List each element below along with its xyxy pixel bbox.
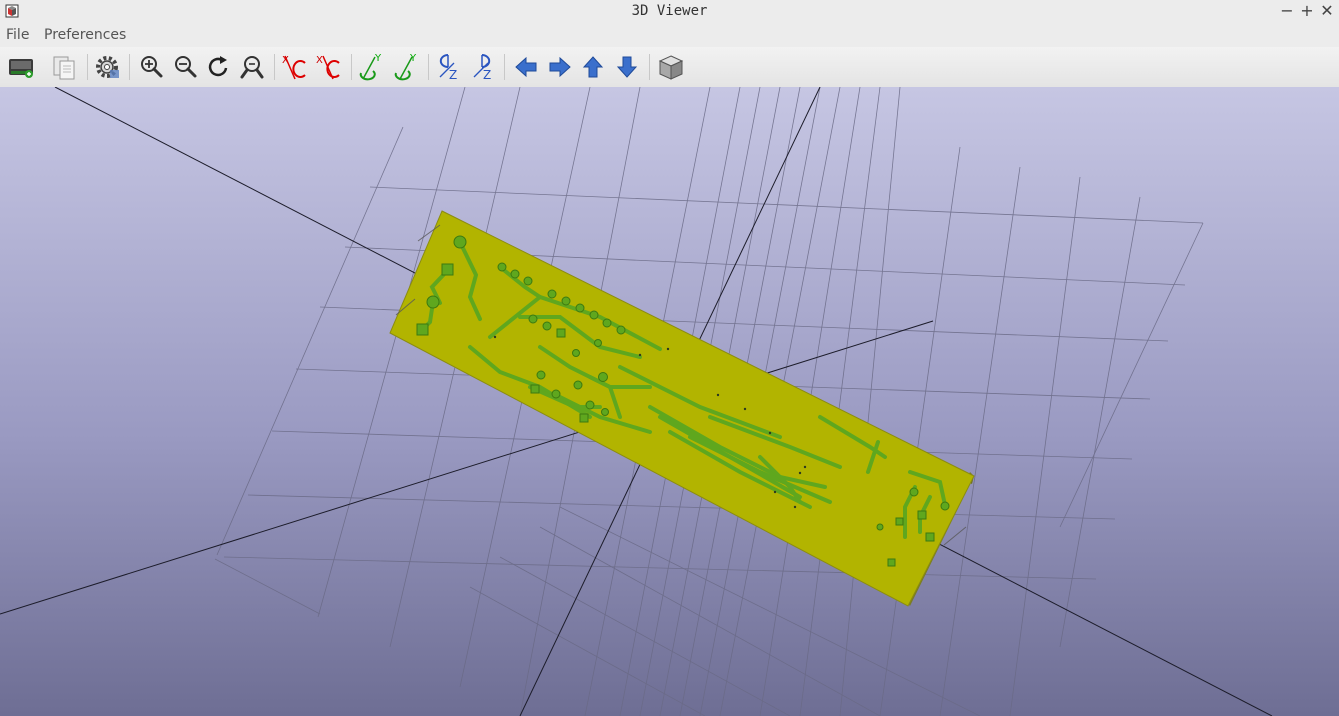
svg-text:Z: Z: [449, 68, 457, 82]
3d-viewer-window: 3D Viewer − + ✕ File Preferences X X Y Y…: [0, 0, 1339, 716]
rotate-x-cw-button[interactable]: X: [313, 51, 345, 83]
cube-icon: [658, 55, 684, 80]
save-image-button[interactable]: [5, 51, 37, 83]
pan-left-button[interactable]: [510, 51, 542, 83]
toolbar-separator: [649, 54, 650, 80]
rotate-z-cw-button[interactable]: Z: [466, 51, 498, 83]
rotate-z-ccw-button[interactable]: Z: [432, 51, 464, 83]
toolbar-separator: [428, 54, 429, 80]
menu-preferences[interactable]: Preferences: [44, 27, 126, 43]
zoom-in-button[interactable]: [135, 51, 167, 83]
settings-button[interactable]: [91, 51, 123, 83]
rotate-x-icon: X: [316, 55, 340, 80]
toolbar-separator: [504, 54, 505, 80]
gear-icon: [96, 56, 119, 78]
pan-up-button[interactable]: [577, 51, 609, 83]
3d-canvas[interactable]: [0, 87, 1339, 716]
title-bar: 3D Viewer − + ✕: [0, 0, 1339, 25]
svg-text:Y: Y: [409, 53, 417, 64]
toolbar-separator: [129, 54, 130, 80]
zoom-out-button[interactable]: [169, 51, 201, 83]
pan-down-button[interactable]: [611, 51, 643, 83]
pan-right-button[interactable]: [544, 51, 576, 83]
minimize-button[interactable]: −: [1277, 1, 1297, 21]
arrow-up-icon: [582, 56, 604, 78]
close-button[interactable]: ✕: [1317, 1, 1337, 21]
zoom-fit-button[interactable]: [236, 51, 268, 83]
arrow-right-icon: [549, 56, 571, 78]
zoom-out-icon: [175, 56, 197, 78]
zoom-in-icon: [141, 56, 163, 78]
ortho-toggle-button[interactable]: [655, 51, 687, 83]
toolbar-separator: [351, 54, 352, 80]
rotate-y-icon: Y: [359, 53, 382, 81]
svg-text:Y: Y: [374, 53, 382, 64]
menu-bar: File Preferences: [0, 24, 1339, 47]
window-title: 3D Viewer: [631, 3, 708, 19]
arrow-down-icon: [616, 56, 638, 78]
toolbar-separator: [274, 54, 275, 80]
arrow-left-icon: [515, 56, 537, 78]
rotate-y-ccw-button[interactable]: Y: [355, 51, 387, 83]
svg-text:Z: Z: [483, 68, 491, 82]
copy-to-clipboard-button[interactable]: [48, 51, 80, 83]
rotate-x-icon: X: [282, 55, 306, 80]
rotate-y-cw-button[interactable]: Y: [390, 51, 422, 83]
copy-icon: [53, 56, 75, 80]
refresh-icon: [208, 56, 228, 77]
svg-text:X: X: [316, 55, 323, 66]
redraw-button[interactable]: [202, 51, 234, 83]
camera-save-icon: [9, 59, 33, 78]
rotate-z-icon: Z: [439, 54, 457, 82]
toolbar: X X Y Y Z Z: [0, 47, 1339, 88]
toolbar-separator: [87, 54, 88, 80]
pcb-3d-scene: [0, 87, 1273, 716]
rotate-x-ccw-button[interactable]: X: [279, 51, 311, 83]
menu-file[interactable]: File: [6, 27, 29, 43]
zoom-fit-icon: [240, 56, 264, 79]
rotate-y-icon: Y: [394, 53, 417, 81]
rotate-z-icon: Z: [473, 54, 491, 82]
pcb-board: [389, 210, 975, 607]
maximize-button[interactable]: +: [1297, 1, 1317, 21]
